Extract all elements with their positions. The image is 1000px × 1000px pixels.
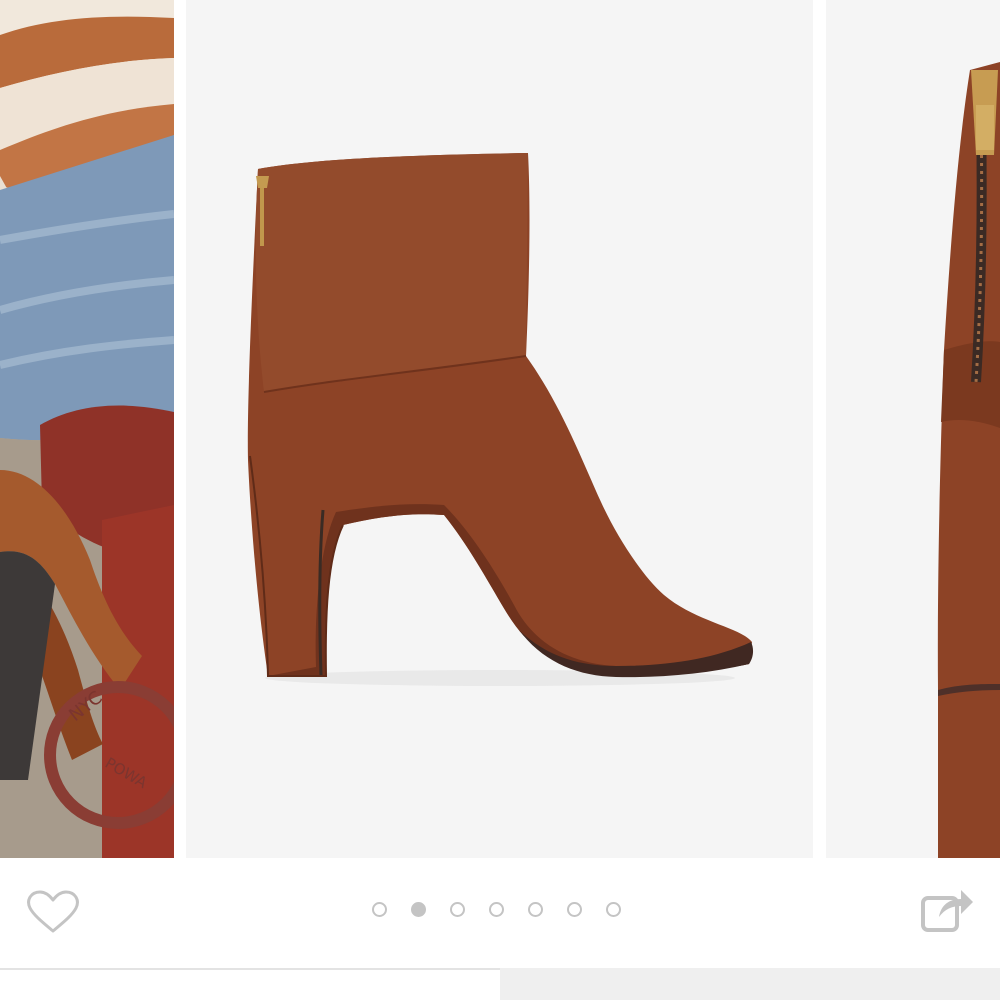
previous-product-image[interactable]: NYC POWA xyxy=(0,0,174,858)
current-product-image[interactable] xyxy=(186,0,813,858)
left-action-tab[interactable] xyxy=(0,968,500,1000)
product-action-bar xyxy=(0,858,1000,968)
next-product-image[interactable] xyxy=(826,0,1000,858)
share-button[interactable] xyxy=(918,884,974,936)
pagination-dot-4[interactable] xyxy=(489,902,504,917)
pagination-dot-1[interactable] xyxy=(372,902,387,917)
right-action-tab[interactable] xyxy=(500,968,1000,1000)
pagination-dot-5[interactable] xyxy=(528,902,543,917)
favorite-button[interactable] xyxy=(26,888,80,936)
lifestyle-photo-preview: NYC POWA xyxy=(0,0,174,858)
share-arrow-icon xyxy=(921,890,973,932)
pagination-dot-2-active[interactable] xyxy=(411,902,426,917)
pagination-dot-7[interactable] xyxy=(606,902,621,917)
pagination-dot-6[interactable] xyxy=(567,902,582,917)
product-gallery-screen: NYC POWA xyxy=(0,0,1000,1000)
boot-zipper-detail-preview xyxy=(826,0,1000,858)
image-pagination[interactable] xyxy=(372,902,632,924)
brown-suede-ankle-boot-image xyxy=(186,0,813,858)
product-image-carousel[interactable]: NYC POWA xyxy=(0,0,1000,858)
pagination-dot-3[interactable] xyxy=(450,902,465,917)
heart-outline-icon xyxy=(27,890,79,933)
bottom-action-tabs[interactable] xyxy=(0,968,1000,1000)
